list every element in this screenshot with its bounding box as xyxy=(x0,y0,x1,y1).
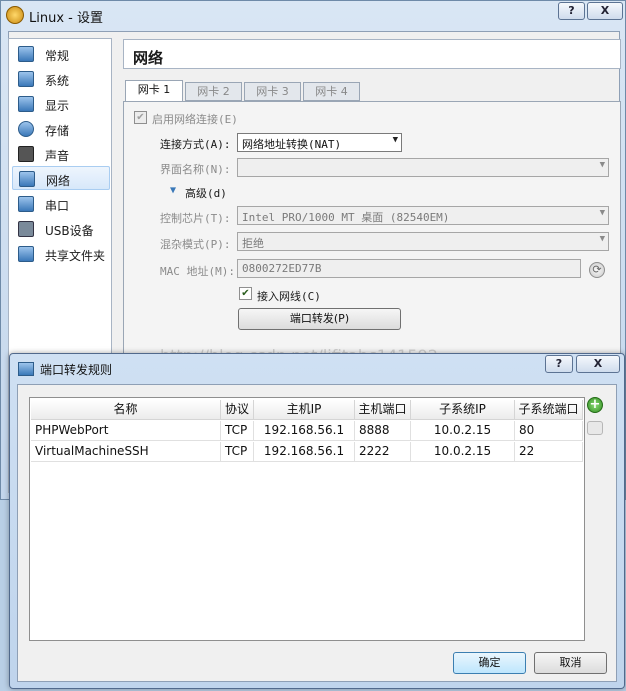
column-header-guest-ip[interactable]: 子系统IP xyxy=(411,400,515,420)
chevron-down-icon: ▼ xyxy=(392,135,398,145)
sidebar-item-label: 网络 xyxy=(46,174,71,188)
mac-address-field[interactable]: 0800272ED77B xyxy=(237,259,581,278)
enable-adapter-label: 启用网络连接(E) xyxy=(152,113,238,126)
promiscuous-mode-value: 拒绝 xyxy=(242,237,264,250)
add-rule-icon[interactable]: + xyxy=(587,397,603,413)
table-cell[interactable]: TCP xyxy=(221,421,254,441)
sidebar-item-label: 声音 xyxy=(45,149,70,163)
sidebar-item-system[interactable]: 系统 xyxy=(12,67,110,91)
sidebar-item-audio[interactable]: 声音 xyxy=(12,142,110,166)
speaker-icon xyxy=(18,146,34,162)
sidebar-item-usb[interactable]: USB设备 xyxy=(12,217,110,241)
adapter-type-select[interactable]: Intel PRO/1000 MT 桌面 (82540EM) ▼ xyxy=(237,206,609,225)
sidebar-item-label: 共享文件夹 xyxy=(45,249,106,263)
sidebar-item-storage[interactable]: 存储 xyxy=(12,117,110,141)
display-icon xyxy=(18,96,34,112)
sidebar-item-label: 系统 xyxy=(45,74,70,88)
mac-address-label: MAC 地址(M): xyxy=(160,265,235,278)
adapter-type-label: 控制芯片(T): xyxy=(160,212,231,225)
cable-connected-label: 接入网线(C) xyxy=(257,290,321,303)
advanced-toggle[interactable]: 高级(d) xyxy=(185,185,227,201)
tab-adapter-2[interactable]: 网卡 2 xyxy=(185,82,242,101)
promiscuous-mode-select[interactable]: 拒绝 ▼ xyxy=(237,232,609,251)
column-header-name[interactable]: 名称 xyxy=(31,400,221,420)
dialog-help-button[interactable]: ? xyxy=(545,355,573,373)
sidebar-item-serial[interactable]: 串口 xyxy=(12,192,110,216)
table-cell[interactable]: 192.168.56.1 xyxy=(254,421,355,441)
window-title: Linux - 设置 xyxy=(29,11,103,26)
ok-button[interactable]: 确定 xyxy=(453,652,526,674)
tab-adapter-4[interactable]: 网卡 4 xyxy=(303,82,360,101)
table-cell[interactable]: 80 xyxy=(515,421,583,441)
table-cell[interactable]: 22 xyxy=(515,442,583,462)
dialog-title: 端口转发规则 xyxy=(40,363,113,377)
close-button[interactable]: X xyxy=(587,2,623,20)
network-icon xyxy=(19,171,35,187)
sidebar-item-network[interactable]: 网络 xyxy=(12,166,110,190)
chevron-down-icon: ▼ xyxy=(599,234,605,244)
mac-address-value: 0800272ED77B xyxy=(242,262,322,275)
table-cell[interactable]: PHPWebPort xyxy=(31,421,221,441)
column-header-protocol[interactable]: 协议 xyxy=(221,400,254,420)
table-cell[interactable]: 10.0.2.15 xyxy=(411,442,515,462)
attach-mode-select[interactable]: 网络地址转换(NAT) ▼ xyxy=(237,133,402,152)
network-icon xyxy=(18,362,34,376)
usb-icon xyxy=(18,221,34,237)
chevron-down-icon: ▼ xyxy=(599,160,605,170)
cable-connected-checkbox[interactable]: ✔ xyxy=(239,287,252,300)
chevron-down-icon: ▼ xyxy=(599,208,605,218)
sidebar-item-label: 存储 xyxy=(45,124,70,138)
gear-icon xyxy=(6,6,24,24)
page-title: 网络 xyxy=(123,39,621,69)
port-forwarding-dialog: 端口转发规则 ? X 名称 协议 主机IP 主机端口 子系统IP 子系统端口 P… xyxy=(9,353,625,689)
monitor-icon xyxy=(18,46,34,62)
column-header-guest-port[interactable]: 子系统端口 xyxy=(515,400,583,420)
expand-triangle-icon[interactable]: ▼ xyxy=(170,185,176,196)
sidebar-item-label: USB设备 xyxy=(45,224,94,238)
port-forwarding-table: 名称 协议 主机IP 主机端口 子系统IP 子系统端口 PHPWebPort T… xyxy=(29,397,585,641)
sidebar-item-display[interactable]: 显示 xyxy=(12,92,110,116)
adapter-type-value: Intel PRO/1000 MT 桌面 (82540EM) xyxy=(242,211,450,224)
refresh-mac-icon[interactable]: ⟳ xyxy=(589,262,605,278)
sidebar-item-label: 显示 xyxy=(45,99,70,113)
sidebar-item-label: 串口 xyxy=(45,199,70,213)
dialog-close-button[interactable]: X xyxy=(576,355,620,373)
attach-mode-label: 连接方式(A): xyxy=(160,138,231,151)
table-cell[interactable]: VirtualMachineSSH xyxy=(31,442,221,462)
chip-icon xyxy=(18,71,34,87)
sidebar-item-shared-folders[interactable]: 共享文件夹 xyxy=(12,242,110,266)
promiscuous-mode-label: 混杂模式(P): xyxy=(160,238,231,251)
serial-port-icon xyxy=(18,196,34,212)
table-cell[interactable]: TCP xyxy=(221,442,254,462)
interface-name-label: 界面名称(N): xyxy=(160,163,231,176)
sidebar-item-general[interactable]: 常规 xyxy=(12,42,110,66)
attach-mode-value: 网络地址转换(NAT) xyxy=(242,138,342,151)
folder-icon xyxy=(18,246,34,262)
table-cell[interactable]: 10.0.2.15 xyxy=(411,421,515,441)
tab-adapter-1[interactable]: 网卡 1 xyxy=(125,80,183,102)
port-forwarding-button[interactable]: 端口转发(P) xyxy=(238,308,401,330)
column-header-host-port[interactable]: 主机端口 xyxy=(355,400,411,420)
tab-adapter-3[interactable]: 网卡 3 xyxy=(244,82,301,101)
table-cell[interactable]: 8888 xyxy=(355,421,411,441)
table-cell[interactable]: 192.168.56.1 xyxy=(254,442,355,462)
interface-name-select[interactable]: ▼ xyxy=(237,158,609,177)
sidebar-item-label: 常规 xyxy=(45,49,70,63)
column-header-host-ip[interactable]: 主机IP xyxy=(254,400,355,420)
table-cell[interactable]: 2222 xyxy=(355,442,411,462)
disk-icon xyxy=(18,121,34,137)
cancel-button[interactable]: 取消 xyxy=(534,652,607,674)
remove-rule-icon[interactable] xyxy=(587,421,603,435)
enable-adapter-checkbox[interactable]: ✔ xyxy=(134,111,147,124)
help-button[interactable]: ? xyxy=(558,2,585,20)
title-bar: Linux - 设置 ? X xyxy=(1,1,625,29)
